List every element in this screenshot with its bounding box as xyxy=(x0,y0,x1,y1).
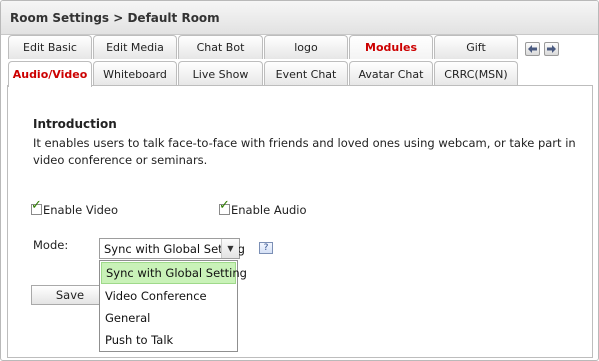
mode-label: Mode: xyxy=(33,238,69,252)
enable-audio-label: Enable Audio xyxy=(231,203,307,217)
chevron-down-icon[interactable]: ▼ xyxy=(221,239,239,258)
checkmark-icon: ✓ xyxy=(31,198,42,213)
room-settings-window: Room Settings > Default Room Edit Basic … xyxy=(0,0,599,361)
mode-option-push-to-talk[interactable]: Push to Talk xyxy=(101,329,236,351)
tab-gift[interactable]: Gift xyxy=(434,35,518,59)
window-title: Room Settings > Default Room xyxy=(10,11,220,25)
tab-modules[interactable]: Modules xyxy=(349,35,433,59)
introduction-heading: Introduction xyxy=(33,117,117,131)
introduction-text: It enables users to talk face-to-face wi… xyxy=(33,136,576,167)
checkmark-icon: ✓ xyxy=(219,198,230,213)
mode-option-sync[interactable]: Sync with Global Setting xyxy=(101,262,247,284)
enable-video-label: Enable Video xyxy=(43,203,119,217)
tab-audio-video[interactable]: Audio/Video xyxy=(8,61,92,87)
tab-avatar-chat[interactable]: Avatar Chat xyxy=(349,61,433,86)
tab-edit-basic[interactable]: Edit Basic xyxy=(8,35,92,59)
mode-option-video-conference[interactable]: Video Conference xyxy=(101,285,236,307)
tab-chat-bot[interactable]: Chat Bot xyxy=(178,35,263,59)
tab-live-show[interactable]: Live Show xyxy=(178,61,263,86)
right-arrow-icon[interactable] xyxy=(544,42,559,56)
enable-video-checkbox[interactable]: ✓ xyxy=(31,199,42,215)
left-arrow-icon[interactable] xyxy=(525,42,540,56)
mode-option-general[interactable]: General xyxy=(101,307,236,329)
tab-crrc-msn[interactable]: CRRC(MSN) xyxy=(434,61,518,86)
tab-event-chat[interactable]: Event Chat xyxy=(264,61,348,86)
question-icon[interactable]: ? xyxy=(259,242,273,254)
mode-dropdown-list: Sync with Global Setting Video Conferenc… xyxy=(99,260,247,352)
mode-select[interactable]: Sync with Global Setting ▼ xyxy=(99,238,245,259)
enable-audio-checkbox[interactable]: ✓ xyxy=(219,199,230,215)
tab-logo[interactable]: logo xyxy=(264,35,348,59)
tab-edit-media[interactable]: Edit Media xyxy=(93,35,177,59)
save-button[interactable]: Save xyxy=(31,285,109,305)
title-bar: Room Settings > Default Room xyxy=(1,1,598,35)
tab-whiteboard[interactable]: Whiteboard xyxy=(93,61,177,86)
